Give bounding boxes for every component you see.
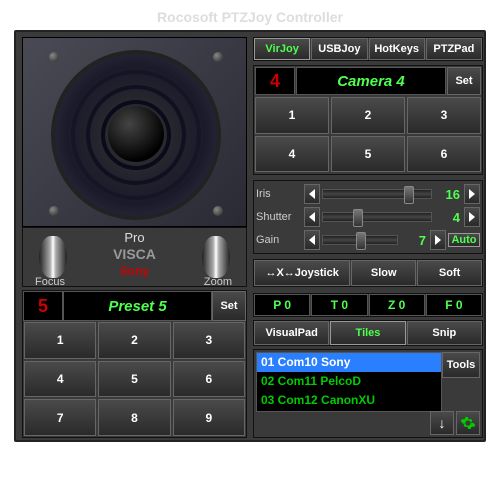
gear-icon: [460, 415, 476, 431]
shutter-decrease-button[interactable]: [304, 207, 320, 227]
iris-value: 16: [434, 187, 462, 202]
focus-readout: F 0: [426, 294, 482, 316]
preset-number-display: 5: [23, 291, 63, 321]
iris-increase-button[interactable]: [464, 184, 480, 204]
iris-shutter-gain-panel: Iris 16 Shutter 4 Gain 7 Auto: [253, 180, 483, 254]
view-mode-panel: VisualPad Tiles Snip: [253, 320, 483, 346]
gain-label: Gain: [256, 234, 302, 246]
tab-bar: VirJoy USBJoy HotKeys PTZPad: [253, 37, 483, 61]
preset-name-display: Preset 5: [63, 291, 212, 321]
preset-button-4[interactable]: 4: [24, 361, 96, 398]
preset-button-7[interactable]: 7: [24, 399, 96, 436]
tab-usbjoy[interactable]: USBJoy: [311, 38, 367, 60]
iris-label: Iris: [256, 188, 302, 200]
left-arrow-icon: [309, 212, 315, 222]
gain-value: 7: [400, 233, 428, 248]
iris-decrease-button[interactable]: [304, 184, 320, 204]
pro-label: Pro: [23, 230, 246, 245]
tab-hotkeys[interactable]: HotKeys: [369, 38, 425, 60]
snip-button[interactable]: Snip: [407, 321, 482, 345]
tiles-button[interactable]: Tiles: [330, 321, 405, 345]
shutter-value: 4: [434, 210, 462, 225]
tools-button[interactable]: Tools: [442, 352, 480, 378]
pan-readout: P 0: [254, 294, 310, 316]
camera-button-2[interactable]: 2: [331, 97, 405, 134]
camera-panel: 4 Camera 4 Set 1 2 3 4 5 6: [253, 65, 483, 175]
joystick-visual[interactable]: [43, 50, 229, 218]
app-window: Pro VISCA Sony Focus Zoom 5 Preset 5 Set…: [14, 30, 486, 442]
protocol-label: VISCA: [23, 246, 246, 262]
visualpad-button[interactable]: VisualPad: [254, 321, 329, 345]
preset-button-5[interactable]: 5: [98, 361, 170, 398]
left-arrow-icon: [309, 235, 315, 245]
app-title: Rocosoft PTZJoy Controller: [14, 9, 486, 25]
zoom-label: Zoom: [204, 276, 232, 288]
ptzf-readout-panel: P 0 T 0 Z 0 F 0: [253, 293, 483, 317]
com-port-item-2[interactable]: 02 Com11 PelcoD: [257, 372, 441, 391]
gain-auto-button[interactable]: Auto: [448, 233, 480, 247]
soft-button[interactable]: Soft: [417, 260, 482, 286]
preset-button-6[interactable]: 6: [173, 361, 245, 398]
right-arrow-icon: [435, 235, 441, 245]
preset-panel: 5 Preset 5 Set 1 2 3 4 5 6 7 8 9: [22, 290, 247, 438]
joystick-panel[interactable]: [22, 37, 247, 227]
joystick-mode-button[interactable]: ↔X↔Joystick: [254, 260, 350, 286]
joystick-mode-panel: ↔X↔Joystick Slow Soft: [253, 259, 483, 287]
shutter-label: Shutter: [256, 211, 302, 223]
shutter-slider[interactable]: [322, 208, 432, 226]
gain-decrease-button[interactable]: [304, 230, 320, 250]
camera-button-1[interactable]: 1: [255, 97, 329, 134]
move-down-button[interactable]: ↓: [430, 411, 454, 435]
slow-button[interactable]: Slow: [351, 260, 416, 286]
preset-button-8[interactable]: 8: [98, 399, 170, 436]
right-arrow-icon: [469, 212, 475, 222]
tilt-readout: T 0: [311, 294, 367, 316]
preset-button-1[interactable]: 1: [24, 322, 96, 359]
preset-button-3[interactable]: 3: [173, 322, 245, 359]
com-port-panel: 01 Com10 Sony 02 Com11 PelcoD 03 Com12 C…: [253, 349, 483, 438]
shutter-increase-button[interactable]: [464, 207, 480, 227]
camera-button-5[interactable]: 5: [331, 136, 405, 173]
camera-button-6[interactable]: 6: [407, 136, 481, 173]
gain-increase-button[interactable]: [430, 230, 446, 250]
focus-label: Focus: [35, 276, 65, 288]
under-joystick-panel: Pro VISCA Sony Focus Zoom: [22, 227, 247, 287]
com-port-list[interactable]: 01 Com10 Sony 02 Com11 PelcoD 03 Com12 C…: [256, 352, 442, 412]
left-arrow-icon: [309, 189, 315, 199]
com-port-item-3[interactable]: 03 Com12 CanonXU: [257, 391, 441, 410]
preset-button-2[interactable]: 2: [98, 322, 170, 359]
zoom-readout: Z 0: [369, 294, 425, 316]
settings-button[interactable]: [456, 411, 480, 435]
tab-virjoy[interactable]: VirJoy: [254, 38, 310, 60]
camera-set-button[interactable]: Set: [447, 67, 481, 95]
preset-button-9[interactable]: 9: [173, 399, 245, 436]
tab-ptzpad[interactable]: PTZPad: [426, 38, 482, 60]
down-arrow-icon: ↓: [439, 415, 446, 431]
iris-slider[interactable]: [322, 185, 432, 203]
preset-set-button[interactable]: Set: [212, 291, 246, 321]
camera-number-display: 4: [255, 67, 295, 95]
right-arrow-icon: [469, 189, 475, 199]
gain-slider[interactable]: [322, 231, 398, 249]
camera-button-4[interactable]: 4: [255, 136, 329, 173]
camera-button-3[interactable]: 3: [407, 97, 481, 134]
com-port-item-1[interactable]: 01 Com10 Sony: [257, 353, 441, 372]
camera-name-display: Camera 4: [296, 67, 446, 95]
